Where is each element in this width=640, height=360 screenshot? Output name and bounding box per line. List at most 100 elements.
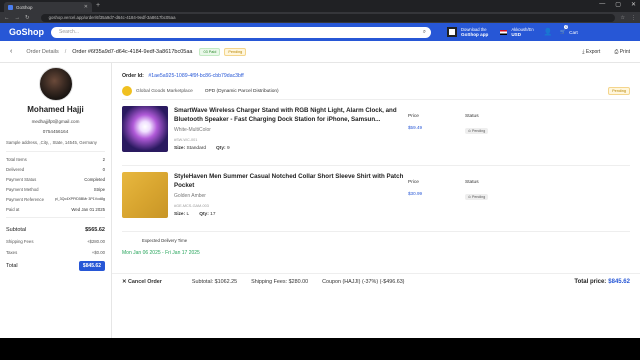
footer-total: Total price: $845.62 <box>574 279 630 285</box>
customer-sidebar: Mohamed Hajji medhajjifpt@gmail.com 0754… <box>0 63 112 338</box>
user-icon[interactable]: 👤 <box>544 28 553 36</box>
qty-label: Qty: <box>199 212 209 217</box>
taxes-label: Taxes <box>6 250 18 255</box>
maximize-icon[interactable]: ▢ <box>615 1 621 8</box>
forward-nav-icon[interactable]: → <box>15 15 21 21</box>
shipping-row: Shipping Fees +$280.00 <box>6 239 105 244</box>
summary-row: Payment Status Completed <box>6 177 105 182</box>
summary-key: Payment Method <box>6 187 39 192</box>
reload-icon[interactable]: ↻ <box>25 15 30 21</box>
browser-tab[interactable]: GoShop ✕ <box>4 2 92 12</box>
product-size: L <box>186 212 190 217</box>
summary-value: 2 <box>102 157 105 162</box>
summary-key: Total Items <box>6 157 27 162</box>
shipping-label: Shipping Fees <box>6 239 34 244</box>
product-sku: #GE-MCS-GAM-003 <box>174 204 209 208</box>
order-item: SmartWave Wireless Charger Stand with RG… <box>122 100 630 166</box>
breadcrumb-root[interactable]: Order Details <box>26 49 58 55</box>
taxes-value: +$0.00 <box>91 250 105 255</box>
browser-actions: ☆ ⋮ <box>621 15 636 21</box>
product-size: Standard <box>186 146 207 151</box>
locale-selector[interactable]: Akkoush/En USD <box>500 27 534 37</box>
logo[interactable]: GoShop <box>9 27 49 37</box>
product-attrs: Size: L Qty: 17 <box>174 212 406 217</box>
product-price: $59.49 <box>408 125 423 130</box>
status-text: Pending <box>472 129 486 133</box>
customer-name: Mohamed Hajji <box>27 105 84 114</box>
address-bar: ← → ↻ goshop.vercel.app/order/6f35a9d7-d… <box>0 12 640 23</box>
total-row: Total $845.62 <box>6 261 105 271</box>
breadcrumb-separator: / <box>64 48 67 55</box>
summary-value: pi_3Qc4XPFfD5BMr 3P1Vcd8g <box>54 197 105 201</box>
cart-count: 0 <box>564 25 569 29</box>
summary-row: Payment Reference pi_3Qc4XPFfD5BMr 3P1Vcd… <box>6 197 105 202</box>
breadcrumb-current: Order #6f35a9d7-d64c-4184-9edf-3a8617bc0… <box>72 48 193 55</box>
print-label: Print <box>619 48 630 55</box>
new-tab-icon[interactable]: + <box>96 2 100 9</box>
browser-window: GoShop ✕ + — ▢ ✕ ← → ↻ goshop.vercel.app… <box>0 0 640 338</box>
order-toolbar: ‹ Order Details / Order #6f35a9d7-d64c-4… <box>0 41 640 63</box>
size-label: Size: <box>174 212 186 217</box>
export-button[interactable]: ⤓ Export <box>582 49 600 55</box>
flag-icon <box>500 29 508 35</box>
app-header: GoShop Search... ⌕ Download the GoShop a… <box>0 23 640 41</box>
search-icon[interactable]: ⌕ <box>423 27 426 38</box>
price-header: Price <box>408 180 419 185</box>
order-id-value[interactable]: #1ae5a925-1089-4f9f-bc86-cbb79dac3bff <box>148 73 243 79</box>
close-window-icon[interactable]: ✕ <box>631 1 636 8</box>
summary-key: Payment Reference <box>6 197 44 202</box>
product-image[interactable] <box>122 106 168 152</box>
total-value: $845.62 <box>78 261 105 271</box>
delivery-range: Mon Jan 06 2025 - Fri Jan 17 2025 <box>122 250 200 256</box>
customer-address: Sample address, ,City, , State, 14545, G… <box>6 140 105 152</box>
paid-badge: 03 Paid <box>199 47 221 56</box>
download-sub: GoShop app <box>461 32 489 37</box>
status-header: Status <box>465 180 479 185</box>
cart-label: Cart <box>569 29 578 35</box>
extensions-icon[interactable]: ⋮ <box>631 15 636 21</box>
order-footer: ✕ Cancel Order Subtotal: $1062.25 Shippi… <box>112 273 640 289</box>
subtotal-value: $565.62 <box>85 227 105 233</box>
order-id: Order Id: #1ae5a925-1089-4f9f-bc86-cbb79… <box>122 73 630 79</box>
summary-row: Delivered 0 <box>6 167 105 172</box>
order-main: Order Id: #1ae5a925-1089-4f9f-bc86-cbb79… <box>112 63 640 338</box>
product-image[interactable] <box>122 172 168 218</box>
size-label: Size: <box>174 146 186 151</box>
seller-status-badge: Pending <box>608 87 630 95</box>
summary-row: Total Items 2 <box>6 157 105 162</box>
back-arrow-icon[interactable]: ‹ <box>10 48 12 55</box>
print-button[interactable]: ⎙ Print <box>614 49 630 55</box>
currency-label: USD <box>511 32 522 37</box>
divider <box>6 217 105 218</box>
seller-name[interactable]: Global Goods Marketplace <box>136 89 193 94</box>
product-price: $30.99 <box>408 191 423 196</box>
star-icon[interactable]: ☆ <box>621 15 625 21</box>
window-controls: — ▢ ✕ <box>599 1 636 8</box>
product-qty: 9 <box>226 146 230 151</box>
cancel-order-button[interactable]: ✕ Cancel Order <box>122 279 162 285</box>
status-text: Pending <box>472 195 486 199</box>
summary-value: Completed <box>84 177 105 182</box>
url-field[interactable]: goshop.vercel.app/order/6f35a9d7-d64c-41… <box>40 13 615 22</box>
footer-shipping: Shipping Fees: $280.00 <box>251 278 309 285</box>
summary-value: Wed Jan 01 2025 <box>71 207 105 212</box>
subtotal-row: Subtotal $565.62 <box>6 227 105 233</box>
close-tab-icon[interactable]: ✕ <box>84 4 88 10</box>
price-header: Price <box>408 114 419 119</box>
cart-button[interactable]: 🛒 0 Cart <box>560 25 578 35</box>
download-app[interactable]: Download the GoShop app <box>447 27 488 37</box>
summary-row: Payment Method Stripe <box>6 187 105 192</box>
delivery-info: Expected Delivery Time Mon Jan 06 2025 -… <box>122 238 630 256</box>
search-input[interactable]: Search... ⌕ <box>51 26 431 38</box>
customer-phone: 0754456164 <box>42 129 69 134</box>
status-header: Status <box>465 114 479 119</box>
cart-icon: 🛒 <box>560 29 567 34</box>
back-nav-icon[interactable]: ← <box>4 15 10 21</box>
qty-label: Qty: <box>216 146 226 151</box>
customer-email: medhajjifpt@gmail.com <box>31 119 80 124</box>
product-title[interactable]: SmartWave Wireless Charger Stand with RG… <box>174 106 406 124</box>
tab-title: GoShop <box>16 4 33 10</box>
product-qty: 17 <box>210 212 216 217</box>
product-title[interactable]: StyleHaven Men Summer Casual Notched Col… <box>174 172 406 190</box>
minimize-icon[interactable]: — <box>599 1 605 8</box>
